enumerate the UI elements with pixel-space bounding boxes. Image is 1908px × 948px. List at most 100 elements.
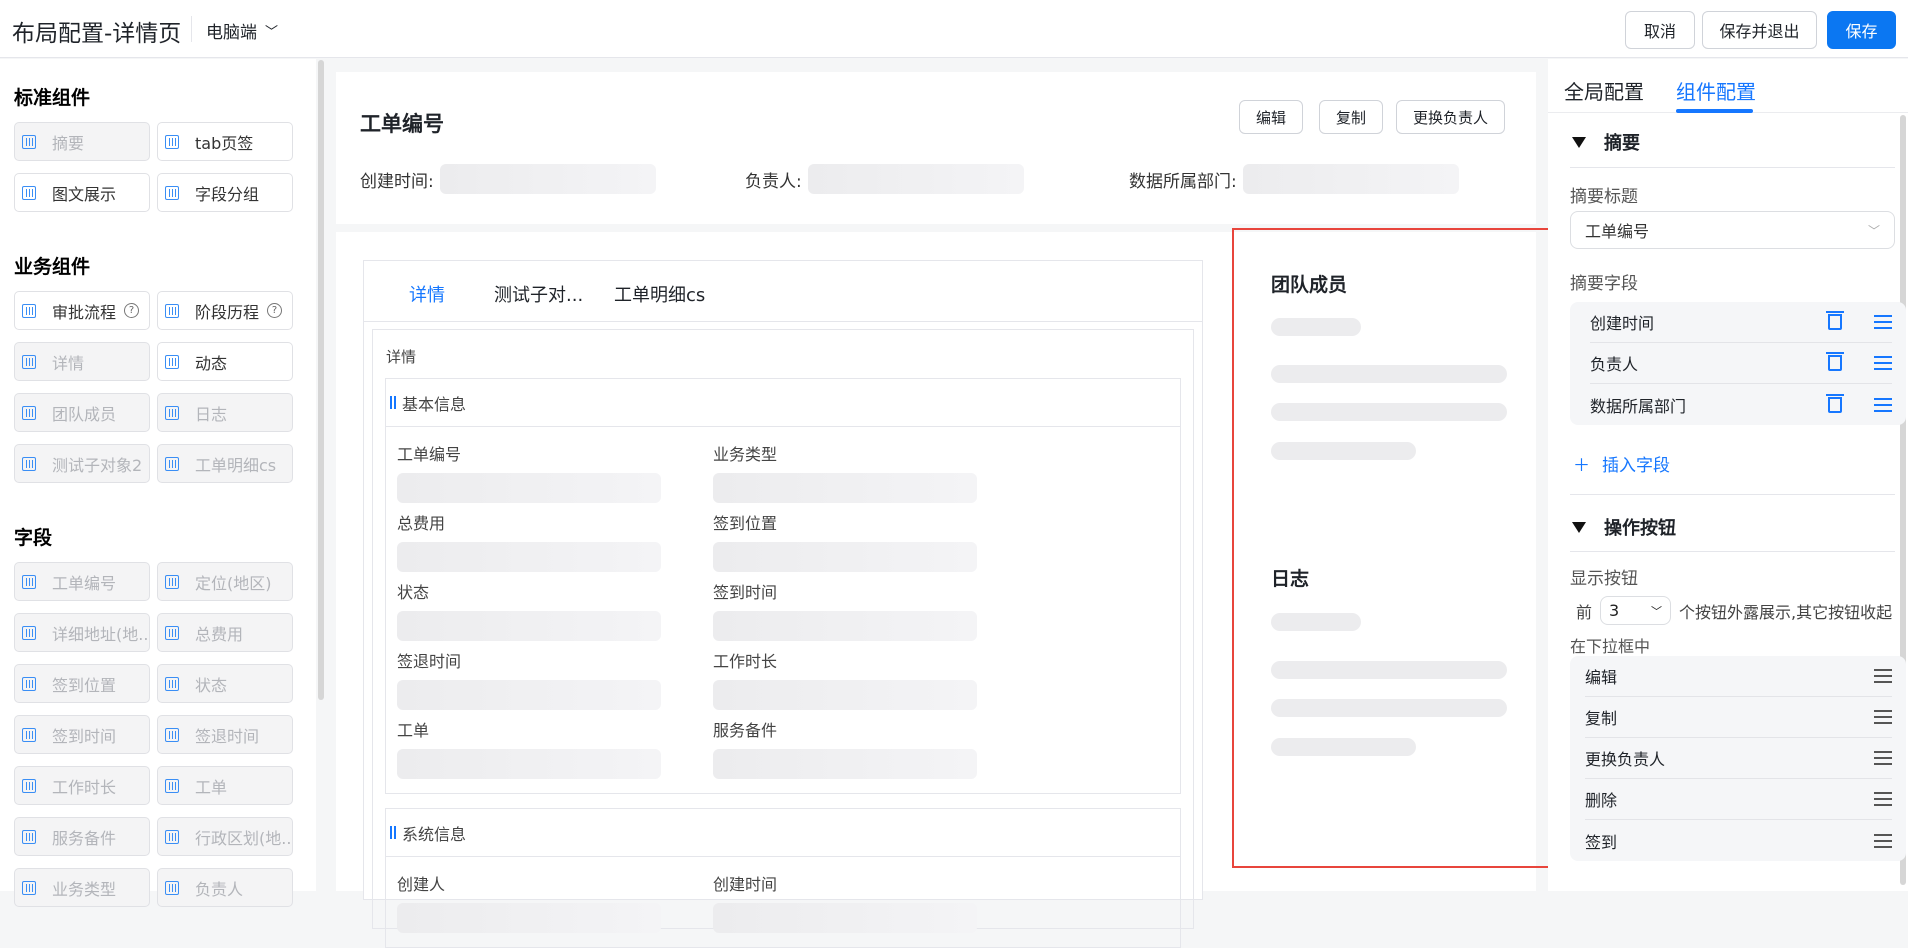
component-item[interactable]: 图文展示 — [14, 173, 150, 212]
component-item[interactable]: 业务类型 — [14, 868, 150, 907]
action-name: 更换负责人 — [1585, 750, 1666, 769]
drag-handle-icon[interactable] — [1874, 397, 1892, 412]
component-icon — [165, 185, 179, 200]
field-placeholder[interactable]: 工单编号 — [397, 441, 661, 503]
component-icon — [22, 778, 36, 793]
tab-global-config[interactable]: 全局配置 — [1564, 76, 1644, 105]
component-item[interactable]: 字段分组 — [157, 173, 293, 212]
component-item[interactable]: 工作时长 — [14, 766, 150, 805]
field-label: 状态 — [397, 583, 430, 602]
detail-component[interactable]: 详情 基本信息 工单编号 业务类型 总费用 签到位置 状态 签到时间 签退时间 工作时长 工单 服务… — [372, 329, 1194, 948]
field-placeholder[interactable]: 签退时间 — [397, 648, 661, 710]
summary-section-toggle[interactable]: 摘要 — [1564, 129, 1888, 155]
skeleton — [713, 542, 977, 572]
group-title: 基本信息 — [386, 379, 1180, 427]
component-icon — [165, 829, 179, 844]
tab-detail[interactable]: 详情 — [409, 281, 445, 307]
component-icon — [22, 134, 36, 149]
component-item[interactable]: 签到位置 — [14, 664, 150, 703]
component-item[interactable]: 工单 — [157, 766, 293, 805]
component-item[interactable]: 详情 — [14, 342, 150, 381]
actions-section-toggle[interactable]: 操作按钮 — [1564, 514, 1888, 540]
field-label: 数据所属部门: — [1129, 171, 1237, 192]
summary-field-row: 数据所属部门 — [1590, 384, 1892, 425]
copy-button[interactable]: 复制 — [1319, 100, 1384, 134]
device-select[interactable]: 电脑端 ﹀ — [206, 18, 278, 43]
button-count-select[interactable]: 3 ﹀ — [1600, 596, 1672, 625]
component-item[interactable]: 服务备件 — [14, 817, 150, 856]
help-icon[interactable]: ? — [267, 303, 283, 318]
component-item[interactable]: tab页签 — [157, 122, 293, 161]
component-item[interactable]: 摘要 — [14, 122, 150, 161]
sidebar-scrollbar[interactable] — [318, 60, 324, 700]
component-item[interactable]: 状态 — [157, 664, 293, 703]
component-item[interactable]: 工单明细cs — [157, 444, 293, 483]
trash-icon[interactable] — [1826, 311, 1844, 330]
change-owner-button[interactable]: 更换负责人 — [1396, 100, 1506, 134]
skeleton — [397, 611, 661, 641]
action-name: 编辑 — [1585, 668, 1618, 687]
field-placeholder[interactable]: 服务备件 — [713, 717, 977, 779]
component-item[interactable]: 测试子对象2 — [14, 444, 150, 483]
action-button-row: 删除 — [1585, 779, 1892, 820]
action-button-row: 签到 — [1585, 820, 1892, 861]
field-placeholder[interactable]: 签到位置 — [713, 510, 977, 572]
drag-handle-icon[interactable] — [1874, 669, 1892, 683]
component-item[interactable]: 签到时间 — [14, 715, 150, 754]
drag-handle-icon[interactable] — [1874, 356, 1892, 370]
field-label: 服务备件 — [713, 721, 778, 740]
component-item[interactable]: 定位(地区) — [157, 562, 293, 601]
field-placeholder[interactable]: 工单 — [397, 717, 661, 779]
component-item[interactable]: 详细地址(地... — [14, 613, 150, 652]
drag-handle-icon[interactable] — [1874, 710, 1892, 724]
component-item[interactable]: 团队成员 — [14, 393, 150, 432]
field-placeholder[interactable]: 工作时长 — [713, 648, 977, 710]
insert-field-button[interactable]: ＋ 插入字段 — [1573, 451, 1670, 476]
field-placeholder[interactable]: 业务类型 — [713, 441, 977, 503]
component-item[interactable]: 工单编号 — [14, 562, 150, 601]
drag-handle-icon[interactable] — [1874, 792, 1892, 806]
skeleton — [397, 903, 661, 933]
field-label: 业务类型 — [713, 445, 778, 464]
summary-title-select[interactable]: 工单编号 ﹀ — [1570, 211, 1895, 249]
trash-icon[interactable] — [1826, 393, 1844, 413]
help-icon[interactable]: ? — [124, 303, 140, 318]
summary-card[interactable]: 工单编号 编辑 复制 更换负责人 创建时间: 负责人: 数据所属部门: — [336, 72, 1536, 224]
field-placeholder[interactable]: 总费用 — [397, 510, 661, 572]
component-item[interactable]: 总费用 — [157, 613, 293, 652]
field-placeholder[interactable]: 创建时间 — [713, 871, 977, 933]
component-label: 负责人 — [195, 879, 244, 899]
component-item[interactable]: 行政区划(地... — [157, 817, 293, 856]
cancel-button[interactable]: 取消 — [1625, 11, 1695, 49]
section-heading: 业务组件 — [14, 256, 91, 278]
drag-handle-icon[interactable] — [1874, 833, 1892, 848]
tab-order-detail[interactable]: 工单明细cs — [614, 281, 705, 307]
trash-icon[interactable] — [1826, 352, 1844, 371]
edit-button[interactable]: 编辑 — [1239, 100, 1304, 134]
field-placeholder[interactable]: 状态 — [397, 579, 661, 641]
field-group-system[interactable]: 系统信息 创建人 创建时间 — [385, 808, 1181, 948]
tab-component[interactable]: 详情 测试子对... 工单明细cs 详情 基本信息 工单编号 业务类型 总费用 签到位置… — [363, 260, 1203, 948]
tab-component-config[interactable]: 组件配置 — [1676, 76, 1756, 105]
field-group-basic[interactable]: 基本信息工单编号 业务类型总费用 签到位置状态 签到时间 签退时间 工作时长 工单 服务备件 — [385, 378, 1181, 794]
divider — [191, 16, 192, 42]
component-item[interactable]: 日志 — [157, 393, 293, 432]
drag-handle-icon[interactable] — [1874, 751, 1892, 765]
component-icon — [22, 354, 36, 369]
component-item[interactable]: 阶段历程? — [157, 291, 293, 330]
component-item[interactable]: 负责人 — [157, 868, 293, 907]
component-icon — [165, 676, 179, 691]
config-panel: 全局配置 组件配置 摘要 摘要标题 工单编号 ﹀ 摘要字段 创建时间 负责人 数据所属… — [1548, 59, 1908, 891]
component-item[interactable]: 审批流程? — [14, 291, 150, 330]
save-exit-button[interactable]: 保存并退出 — [1702, 11, 1817, 49]
save-button[interactable]: 保存 — [1827, 11, 1896, 49]
component-icon — [165, 880, 179, 895]
field-placeholder[interactable]: 签到时间 — [713, 579, 977, 641]
tab-sub-object[interactable]: 测试子对... — [494, 281, 583, 307]
field-placeholder[interactable]: 创建人 — [397, 871, 661, 933]
component-item[interactable]: 动态 — [157, 342, 293, 381]
select-value: 工单编号 — [1585, 222, 1650, 241]
component-item[interactable]: 签退时间 — [157, 715, 293, 754]
drag-handle-icon[interactable] — [1874, 315, 1892, 329]
component-label: 动态 — [195, 353, 228, 373]
